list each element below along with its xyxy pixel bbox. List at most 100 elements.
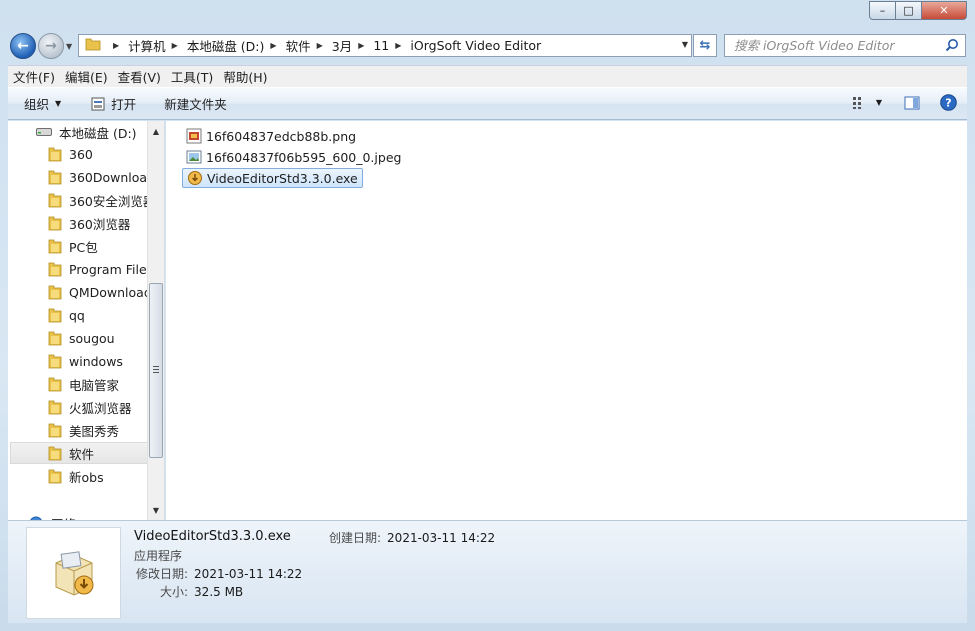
menu-tools[interactable]: 工具(T): [166, 67, 218, 86]
forward-button[interactable]: →: [38, 33, 64, 59]
back-button[interactable]: ←: [10, 33, 36, 59]
tree-item-label: 本地磁盘 (D:): [59, 125, 137, 141]
details-pane: VideoEditorStd3.3.0.exe 应用程序 修改日期: 2021-0…: [8, 520, 967, 623]
maximize-button[interactable]: □: [896, 1, 922, 20]
file-thumbnail: [26, 527, 121, 619]
tree-item-label: 软件: [69, 446, 95, 462]
search-icon[interactable]: [945, 38, 959, 52]
folder-icon: [48, 354, 62, 369]
menu-edit[interactable]: 编辑(E): [60, 67, 113, 86]
organize-button[interactable]: 组织 ▼: [16, 92, 69, 116]
minimize-button[interactable]: –: [869, 1, 896, 20]
open-label: 打开: [111, 97, 137, 112]
installer-package-icon: [55, 551, 93, 596]
breadcrumb-item-current[interactable]: iOrgSoft Video Editor: [410, 38, 541, 53]
tree-item-label: 美图秀秀: [69, 423, 120, 439]
breadcrumb-separator-icon[interactable]: ▶: [358, 41, 364, 50]
view-mode-icon[interactable]: [852, 96, 868, 110]
address-history-dropdown-icon[interactable]: ▼: [682, 40, 688, 49]
modified-value: 2021-03-11 14:22: [194, 567, 303, 581]
breadcrumb-item-march[interactable]: 3月: [332, 36, 352, 55]
breadcrumb-separator-icon[interactable]: ▶: [113, 41, 119, 50]
menu-help[interactable]: 帮助(H): [218, 67, 272, 86]
tree-item-label: 360Downloads: [69, 169, 152, 185]
details-size: 大小: 32.5 MB: [160, 583, 243, 600]
svg-text:?: ?: [945, 97, 951, 110]
scroll-down-icon[interactable]: ▼: [148, 502, 164, 518]
help-icon[interactable]: ?: [940, 94, 957, 111]
tree-item-label: 360浏览器: [69, 216, 131, 232]
breadcrumb-item-software[interactable]: 软件: [286, 36, 311, 55]
tree-item-network[interactable]: 网络: [28, 512, 164, 520]
folder-icon: [48, 469, 62, 484]
created-value: 2021-03-11 14:22: [387, 531, 496, 545]
open-button[interactable]: 打开: [83, 92, 144, 116]
created-label: 创建日期:: [329, 531, 382, 545]
navigation-pane: 本地磁盘 (D:) 360 360Downloads 360安全浏览器 360浏…: [8, 121, 165, 520]
search-input[interactable]: [725, 35, 935, 56]
menu-file[interactable]: 文件(F): [8, 67, 60, 86]
tree-item-folder[interactable]: 360安全浏览器: [48, 189, 152, 211]
breadcrumb-item-day[interactable]: 11: [373, 38, 389, 53]
folder-icon: [48, 170, 62, 185]
recent-pages-dropdown-icon[interactable]: ▼: [66, 42, 72, 51]
breadcrumb-item-computer[interactable]: 计算机: [128, 36, 166, 55]
tree-item-folder[interactable]: Program Files: [48, 258, 152, 280]
tree-item-folder[interactable]: 360Downloads: [48, 166, 152, 188]
file-item-selected[interactable]: VideoEditorStd3.3.0.exe: [182, 168, 363, 188]
size-label: 大小:: [160, 585, 189, 599]
new-folder-label: 新建文件夹: [164, 97, 227, 112]
folder-icon: [48, 446, 62, 461]
search-box[interactable]: [724, 34, 966, 57]
preview-pane-icon[interactable]: [904, 96, 920, 110]
close-button[interactable]: ✕: [922, 1, 967, 20]
folder-icon: [48, 423, 62, 438]
breadcrumb-separator-icon[interactable]: ▶: [270, 41, 276, 50]
tree-item-folder-selected[interactable]: 软件: [10, 442, 150, 464]
organize-label: 组织: [24, 97, 50, 112]
tree-item-label: qq: [69, 307, 85, 323]
menu-bar: 文件(F) 编辑(E) 查看(V) 工具(T) 帮助(H): [8, 65, 967, 87]
jpeg-image-icon: [186, 150, 202, 164]
tree-item-label: 新obs: [69, 469, 104, 485]
refresh-button[interactable]: ⇆: [693, 34, 717, 57]
tree-item-label: QMDownload: [69, 284, 152, 300]
tree-item-drive[interactable]: 本地磁盘 (D:): [36, 121, 164, 143]
file-name: 16f604837edcb88b.png: [206, 128, 357, 144]
breadcrumb-separator-icon[interactable]: ▶: [395, 41, 401, 50]
tree-item-label: 360安全浏览器: [69, 193, 152, 209]
breadcrumb-separator-icon[interactable]: ▶: [172, 41, 178, 50]
file-item[interactable]: 16f604837edcb88b.png: [182, 126, 360, 146]
scrollbar-thumb[interactable]: [149, 283, 163, 458]
scroll-up-icon[interactable]: ▲: [148, 123, 164, 139]
drive-icon: [36, 128, 52, 136]
tree-item-label: 360: [69, 146, 93, 162]
menu-view[interactable]: 查看(V): [113, 67, 166, 86]
breadcrumb-item-drive[interactable]: 本地磁盘 (D:): [187, 36, 265, 55]
folder-icon: [85, 36, 101, 55]
installer-exe-icon: [188, 171, 202, 185]
address-bar[interactable]: ▶ 计算机 ▶ 本地磁盘 (D:) ▶ 软件 ▶ 3月 ▶ 11 ▶ iOrgS…: [78, 34, 692, 57]
folder-icon: [48, 400, 62, 415]
chevron-down-icon: ▼: [55, 99, 62, 108]
folder-icon: [48, 239, 62, 254]
folder-icon: [48, 147, 62, 162]
file-item[interactable]: 16f604837f06b595_600_0.jpeg: [182, 147, 405, 167]
breadcrumb: ▶ 计算机 ▶ 本地磁盘 (D:) ▶ 软件 ▶ 3月 ▶ 11 ▶ iOrgS…: [107, 36, 541, 55]
navigation-scrollbar[interactable]: ▲ ▼: [147, 121, 164, 520]
view-dropdown-icon[interactable]: ▼: [876, 98, 882, 107]
size-value: 32.5 MB: [194, 585, 244, 599]
tree-item-folder[interactable]: QMDownload: [48, 281, 152, 303]
breadcrumb-separator-icon[interactable]: ▶: [317, 41, 323, 50]
open-icon: [91, 97, 105, 110]
grip-icon: [153, 366, 159, 373]
details-modified: 修改日期: 2021-03-11 14:22: [136, 565, 302, 582]
folder-icon: [48, 308, 62, 323]
new-folder-button[interactable]: 新建文件夹: [156, 92, 235, 116]
folder-icon: [48, 262, 62, 277]
folder-icon: [48, 193, 62, 208]
folder-icon: [48, 331, 62, 346]
tree-item-label: sougou: [69, 330, 115, 346]
folder-icon: [48, 285, 62, 300]
tree-item-label: 火狐浏览器: [69, 400, 132, 416]
